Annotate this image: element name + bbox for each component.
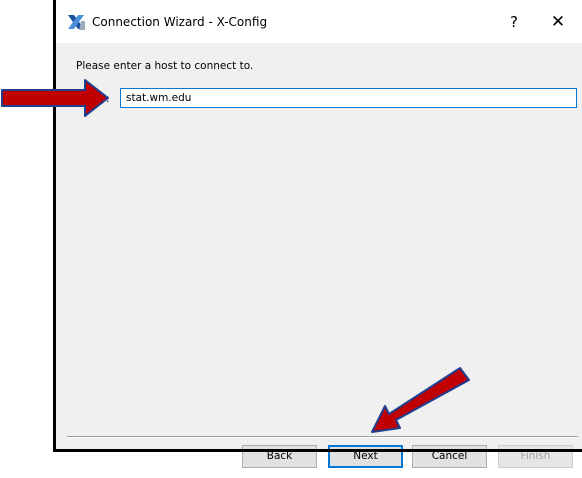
window-border-bottom <box>53 449 582 452</box>
desktop-backdrop <box>0 0 60 478</box>
window-title: Connection Wizard - X-Config <box>92 15 268 29</box>
window-border-left <box>53 0 56 452</box>
title-bar[interactable]: Connection Wizard - X-Config ? ✕ <box>56 0 582 43</box>
connection-wizard-window: Connection Wizard - X-Config ? ✕ Please … <box>56 0 582 468</box>
x-config-app-icon <box>68 15 85 30</box>
host-label: : <box>106 93 110 105</box>
instruction-text: Please enter a host to connect to. <box>76 60 254 72</box>
button-separator-highlight <box>67 437 578 438</box>
help-button[interactable]: ? <box>502 11 526 33</box>
host-input[interactable] <box>120 88 577 108</box>
close-button[interactable]: ✕ <box>546 11 570 33</box>
